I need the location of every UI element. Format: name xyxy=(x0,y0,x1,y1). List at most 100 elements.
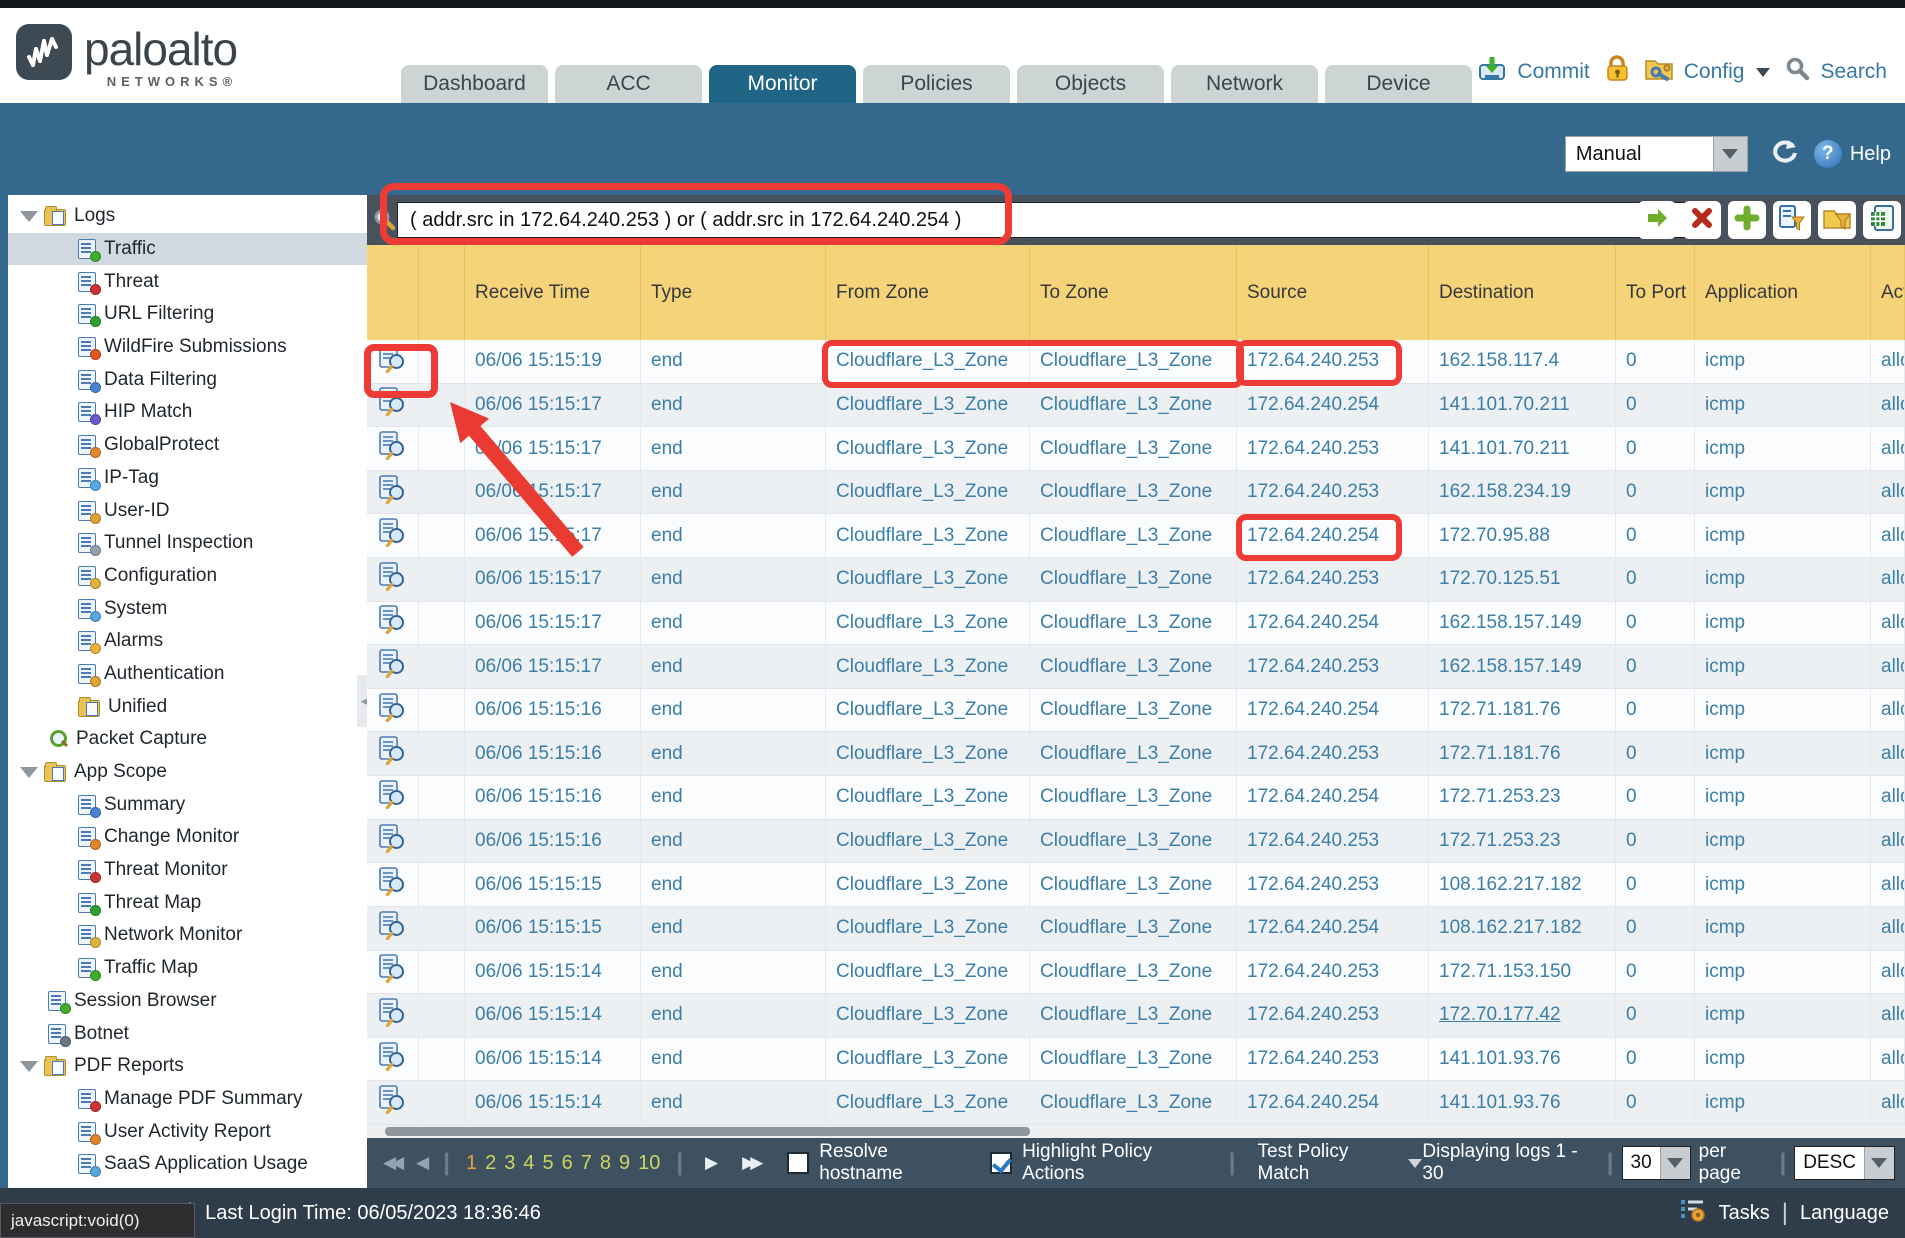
sidebar-item-network-monitor[interactable]: Network Monitor xyxy=(8,919,367,952)
cell-application[interactable]: icmp xyxy=(1695,863,1871,906)
commit-button[interactable]: Commit xyxy=(1517,60,1589,84)
load-filter-button[interactable] xyxy=(1818,201,1856,239)
cell-destination[interactable]: 162.158.157.149 xyxy=(1429,602,1616,645)
cell-action[interactable]: allow xyxy=(1871,820,1905,863)
sidebar-item-threat[interactable]: Threat xyxy=(8,265,367,298)
cell-destination[interactable]: 162.158.234.19 xyxy=(1429,471,1616,514)
cell-destination[interactable]: 172.70.177.42 xyxy=(1429,994,1616,1037)
cell-source[interactable]: 172.64.240.254 xyxy=(1237,776,1429,819)
refresh-mode-select[interactable]: Manual xyxy=(1565,136,1748,172)
sidebar-item-data-filtering[interactable]: Data Filtering xyxy=(8,363,367,396)
log-detail-button[interactable] xyxy=(367,471,419,514)
cell-action[interactable]: allow xyxy=(1871,427,1905,470)
cell-to-port[interactable]: 0 xyxy=(1616,384,1695,427)
column-header-to-port[interactable]: To Port xyxy=(1616,245,1695,340)
column-header-source[interactable]: Source xyxy=(1237,245,1429,340)
tab-monitor[interactable]: Monitor xyxy=(709,65,856,103)
cell-source[interactable]: 172.64.240.253 xyxy=(1237,863,1429,906)
page-number-10[interactable]: 10 xyxy=(638,1152,660,1175)
column-header-application[interactable]: Application xyxy=(1695,245,1871,340)
cell-to-zone[interactable]: Cloudflare_L3_Zone xyxy=(1030,471,1237,514)
cell-to-port[interactable]: 0 xyxy=(1616,776,1695,819)
page-number-8[interactable]: 8 xyxy=(600,1152,611,1175)
page-number-3[interactable]: 3 xyxy=(504,1152,515,1175)
cell-source[interactable]: 172.64.240.253 xyxy=(1237,994,1429,1037)
cell-to-port[interactable]: 0 xyxy=(1616,951,1695,994)
apply-filter-button[interactable] xyxy=(1638,201,1676,239)
cell-source[interactable]: 172.64.240.253 xyxy=(1237,951,1429,994)
page-number-7[interactable]: 7 xyxy=(581,1152,592,1175)
cell-destination[interactable]: 172.71.181.76 xyxy=(1429,689,1616,732)
cell-from-zone[interactable]: Cloudflare_L3_Zone xyxy=(826,645,1030,688)
cell-action[interactable]: allow xyxy=(1871,340,1905,383)
add-filter-button[interactable] xyxy=(1728,201,1766,239)
help-label[interactable]: Help xyxy=(1850,143,1891,166)
cell-from-zone[interactable]: Cloudflare_L3_Zone xyxy=(826,558,1030,601)
log-detail-button[interactable] xyxy=(367,1038,419,1081)
sidebar-item-summary[interactable]: Summary xyxy=(8,788,367,821)
column-header-receive-time[interactable]: Receive Time xyxy=(465,245,641,340)
cell-action[interactable]: allow xyxy=(1871,471,1905,514)
cell-to-port[interactable]: 0 xyxy=(1616,732,1695,775)
sidebar-item-logs[interactable]: Logs xyxy=(8,200,367,233)
cell-action[interactable]: allow xyxy=(1871,863,1905,906)
prev-page-button[interactable]: ◀ xyxy=(416,1153,429,1173)
cell-to-zone[interactable]: Cloudflare_L3_Zone xyxy=(1030,427,1237,470)
cell-from-zone[interactable]: Cloudflare_L3_Zone xyxy=(826,427,1030,470)
refresh-mode-dropdown-icon[interactable] xyxy=(1713,137,1747,171)
cell-to-zone[interactable]: Cloudflare_L3_Zone xyxy=(1030,1038,1237,1081)
page-number-4[interactable]: 4 xyxy=(523,1152,534,1175)
test-policy-match-button[interactable]: Test Policy Match xyxy=(1258,1141,1423,1185)
cell-source[interactable]: 172.64.240.253 xyxy=(1237,427,1429,470)
sidebar-item-traffic-map[interactable]: Traffic Map xyxy=(8,952,367,985)
sidebar-item-traffic[interactable]: Traffic xyxy=(8,233,367,266)
per-page-dropdown-icon[interactable] xyxy=(1660,1147,1690,1179)
cell-destination[interactable]: 172.70.125.51 xyxy=(1429,558,1616,601)
cell-destination[interactable]: 172.71.153.150 xyxy=(1429,951,1616,994)
sidebar-item-globalprotect[interactable]: GlobalProtect xyxy=(8,429,367,462)
cell-destination[interactable]: 141.101.70.211 xyxy=(1429,384,1616,427)
cell-to-port[interactable]: 0 xyxy=(1616,602,1695,645)
log-detail-button[interactable] xyxy=(367,951,419,994)
log-detail-button[interactable] xyxy=(367,514,419,557)
cell-action[interactable]: allow xyxy=(1871,689,1905,732)
cell-to-zone[interactable]: Cloudflare_L3_Zone xyxy=(1030,863,1237,906)
cell-from-zone[interactable]: Cloudflare_L3_Zone xyxy=(826,340,1030,383)
cell-to-zone[interactable]: Cloudflare_L3_Zone xyxy=(1030,558,1237,601)
language-button[interactable]: Language xyxy=(1800,1202,1889,1225)
cell-to-port[interactable]: 0 xyxy=(1616,514,1695,557)
cell-destination[interactable]: 141.101.93.76 xyxy=(1429,1038,1616,1081)
cell-to-port[interactable]: 0 xyxy=(1616,471,1695,514)
cell-application[interactable]: icmp xyxy=(1695,384,1871,427)
sidebar-item-threat-map[interactable]: Threat Map xyxy=(8,886,367,919)
cell-from-zone[interactable]: Cloudflare_L3_Zone xyxy=(826,820,1030,863)
filter-builder-button[interactable] xyxy=(1773,201,1811,239)
cell-to-port[interactable]: 0 xyxy=(1616,1038,1695,1081)
page-number-5[interactable]: 5 xyxy=(542,1152,553,1175)
page-number-1[interactable]: 1 xyxy=(466,1152,477,1175)
search-button[interactable]: Search xyxy=(1820,60,1887,84)
sidebar-item-user-id[interactable]: User-ID xyxy=(8,494,367,527)
sidebar-item-threat-monitor[interactable]: Threat Monitor xyxy=(8,854,367,887)
column-header-destination[interactable]: Destination xyxy=(1429,245,1616,340)
cell-application[interactable]: icmp xyxy=(1695,820,1871,863)
cell-from-zone[interactable]: Cloudflare_L3_Zone xyxy=(826,907,1030,950)
cell-application[interactable]: icmp xyxy=(1695,951,1871,994)
cell-destination[interactable]: 108.162.217.182 xyxy=(1429,863,1616,906)
sidebar-item-authentication[interactable]: Authentication xyxy=(8,658,367,691)
sort-order-dropdown-icon[interactable] xyxy=(1864,1147,1894,1179)
cell-action[interactable]: allow xyxy=(1871,1038,1905,1081)
log-detail-button[interactable] xyxy=(367,820,419,863)
cell-source[interactable]: 172.64.240.254 xyxy=(1237,384,1429,427)
cell-from-zone[interactable]: Cloudflare_L3_Zone xyxy=(826,951,1030,994)
cell-application[interactable]: icmp xyxy=(1695,645,1871,688)
cell-application[interactable]: icmp xyxy=(1695,471,1871,514)
cell-source[interactable]: 172.64.240.253 xyxy=(1237,820,1429,863)
page-number-9[interactable]: 9 xyxy=(619,1152,630,1175)
cell-destination[interactable]: 172.70.95.88 xyxy=(1429,514,1616,557)
cell-application[interactable]: icmp xyxy=(1695,732,1871,775)
cell-source[interactable]: 172.64.240.253 xyxy=(1237,340,1429,383)
cell-destination[interactable]: 141.101.70.211 xyxy=(1429,427,1616,470)
cell-source[interactable]: 172.64.240.253 xyxy=(1237,471,1429,514)
last-page-button[interactable]: ▶▶ xyxy=(742,1153,763,1173)
